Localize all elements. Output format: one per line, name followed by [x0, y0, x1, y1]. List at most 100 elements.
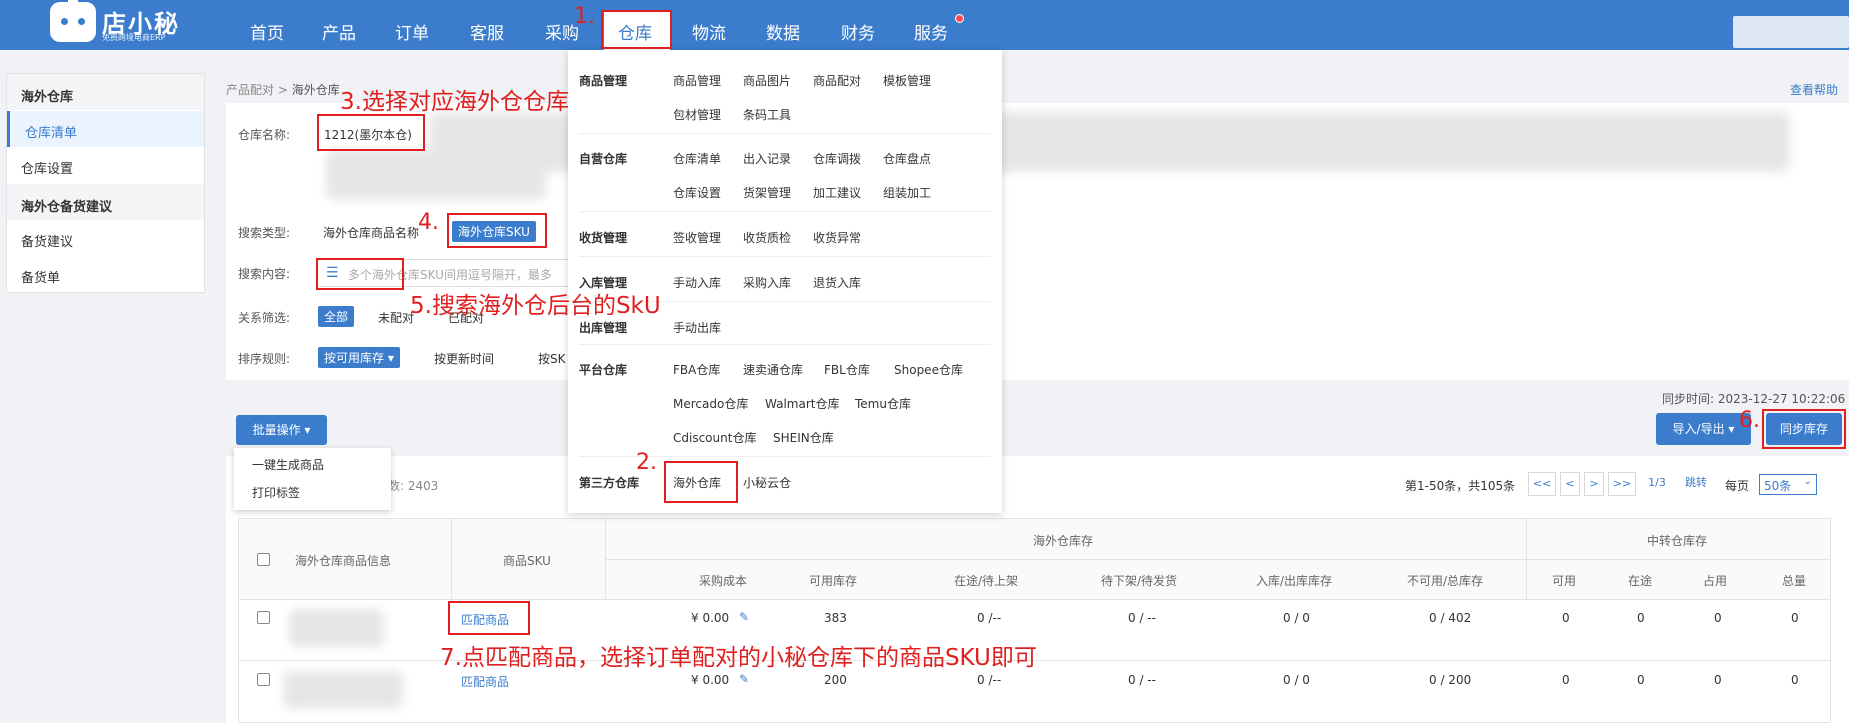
page-last[interactable]: >>: [1608, 472, 1636, 496]
nav-service[interactable]: 客服: [470, 19, 504, 44]
nav-finance[interactable]: 财务: [841, 19, 875, 44]
row-checkbox[interactable]: [257, 673, 270, 686]
menu-manual-inbound[interactable]: 手动入库: [673, 274, 721, 291]
row-checkbox[interactable]: [257, 611, 270, 624]
menu-xiaomi-cloud[interactable]: 小秘云仓: [743, 474, 791, 491]
menu-receive-exception[interactable]: 收货异常: [813, 229, 861, 246]
product-thumbnail: [289, 609, 384, 647]
group-transit-stock: 中转仓库存: [1647, 534, 1708, 548]
menu-group-third-party: 第三方仓库: [579, 476, 640, 490]
nav-products[interactable]: 产品: [322, 19, 356, 44]
menu-manual-outbound[interactable]: 手动出库: [673, 319, 721, 336]
batch-actions-menu: 一键生成商品 打印标签: [234, 448, 391, 510]
annotation-box-warehouse-nav: [601, 10, 672, 49]
warehouse-menu: 商品管理 商品管理 商品图片 商品配对 模板管理 包材管理 条码工具 自营仓库 …: [568, 50, 1002, 513]
col-transit-available: 可用: [1552, 574, 1577, 588]
menu-mercado[interactable]: Mercado仓库: [673, 395, 748, 412]
col-item-info: 海外仓库商品信息: [295, 554, 392, 568]
nav-home[interactable]: 首页: [250, 19, 284, 44]
menu-transfer[interactable]: 仓库调拨: [813, 150, 861, 167]
nav-data[interactable]: 数据: [766, 19, 800, 44]
col-pending-out: 待下架/待发货: [1101, 574, 1178, 588]
relation-label: 关系筛选:: [238, 311, 291, 325]
annotation-step-1: 1.: [574, 4, 595, 29]
menu-return-inbound[interactable]: 退货入库: [813, 274, 861, 291]
annotation-step-6: 6.: [1739, 408, 1760, 433]
page-prev[interactable]: <: [1560, 472, 1580, 496]
page-next[interactable]: >: [1584, 472, 1604, 496]
annotation-step-3: 3.选择对应海外仓仓库: [340, 89, 569, 115]
menu-warehouse-list[interactable]: 仓库清单: [673, 150, 721, 167]
menu-group-own-warehouse: 自营仓库: [579, 152, 628, 166]
cell-transit-occupied: 0: [1714, 611, 1722, 625]
cell-unusable-total: 0 / 200: [1429, 673, 1472, 687]
sort-by-stock[interactable]: 按可用库存 ▾: [318, 347, 400, 368]
menu-template-manage[interactable]: 模板管理: [883, 72, 931, 89]
menu-barcode-tool[interactable]: 条码工具: [743, 106, 791, 123]
menu-aliexpress[interactable]: 速卖通仓库: [743, 361, 803, 378]
help-link[interactable]: 查看帮助: [1790, 81, 1838, 98]
menu-cdiscount[interactable]: Cdiscount仓库: [673, 429, 756, 446]
menu-print-label[interactable]: 打印标签: [252, 484, 300, 501]
relation-all[interactable]: 全部: [318, 306, 355, 327]
menu-io-records[interactable]: 出入记录: [743, 150, 791, 167]
cell-cost: ¥ 0.00: [691, 611, 730, 625]
sidebar-item-suggestion[interactable]: 备货建议: [7, 220, 204, 256]
menu-shopee[interactable]: Shopee仓库: [894, 361, 963, 378]
sidebar-item-stock-order[interactable]: 备货单: [7, 256, 204, 292]
col-transit-total: 总量: [1782, 574, 1807, 588]
menu-fba[interactable]: FBA仓库: [673, 361, 720, 378]
menu-generate-product[interactable]: 一键生成商品: [252, 456, 324, 473]
menu-fbl[interactable]: FBL仓库: [824, 361, 870, 378]
menu-shelf-manage[interactable]: 货架管理: [743, 184, 791, 201]
menu-purchase-inbound[interactable]: 采购入库: [743, 274, 791, 291]
select-all-checkbox[interactable]: [257, 553, 270, 566]
edit-icon[interactable]: ✎: [739, 610, 749, 624]
batch-actions-button[interactable]: 批量操作 ▾: [236, 415, 327, 445]
menu-warehouse-settings[interactable]: 仓库设置: [673, 184, 721, 201]
edit-icon[interactable]: ✎: [739, 672, 749, 686]
user-account-box[interactable]: [1733, 16, 1849, 48]
nav-services[interactable]: 服务: [914, 19, 948, 44]
menu-assembly[interactable]: 组装加工: [883, 184, 931, 201]
menu-packaging[interactable]: 包材管理: [673, 106, 721, 123]
sort-by-sku[interactable]: 按SK: [538, 350, 566, 367]
sort-by-time[interactable]: 按更新时间: [434, 350, 494, 367]
nav-orders[interactable]: 订单: [395, 19, 429, 44]
menu-sign-manage[interactable]: 签收管理: [673, 229, 721, 246]
import-export-button[interactable]: 导入/导出 ▾: [1656, 413, 1751, 445]
search-type-name[interactable]: 海外仓库商品名称: [323, 224, 419, 241]
sidebar-item-warehouse-list[interactable]: 仓库清单: [7, 111, 204, 147]
robot-logo-icon[interactable]: [50, 0, 96, 42]
col-available: 可用库存: [809, 574, 858, 588]
annotation-step-7: 7.点匹配商品，选择订单配对的小秘仓库下的商品SKU即可: [440, 645, 1037, 671]
annotation-box-sync: [1762, 409, 1846, 449]
page-first[interactable]: <<: [1528, 472, 1556, 496]
cell-transit-occupied: 0: [1714, 673, 1722, 687]
menu-product-pairing[interactable]: 商品配对: [813, 72, 861, 89]
annotation-step-5: 5.搜索海外仓后台的SkU: [410, 293, 661, 319]
match-product-link[interactable]: 匹配商品: [461, 673, 509, 690]
page-indicator: 1/3: [1640, 472, 1674, 496]
sync-time: 同步时间: 2023-12-27 10:22:06: [1662, 392, 1846, 406]
menu-product-manage[interactable]: 商品管理: [673, 72, 721, 89]
menu-qc[interactable]: 收货质检: [743, 229, 791, 246]
nav-logistics[interactable]: 物流: [692, 19, 726, 44]
col-in-transit: 在途/待上架: [954, 574, 1019, 588]
page-jump[interactable]: 跳转: [1678, 472, 1714, 496]
menu-process-suggest[interactable]: 加工建议: [813, 184, 861, 201]
cell-available: 200: [824, 673, 847, 687]
sidebar-section-stock-suggest: 海外仓备货建议: [7, 184, 204, 220]
relation-unmatched[interactable]: 未配对: [378, 309, 414, 326]
menu-temu[interactable]: Temu仓库: [855, 395, 911, 412]
per-page-select[interactable]: 50条 ⌄: [1759, 474, 1817, 495]
menu-group-outbound: 出库管理: [579, 321, 628, 335]
menu-shein[interactable]: SHEIN仓库: [773, 429, 834, 446]
cell-transit-intransit: 0: [1637, 611, 1645, 625]
sidebar-item-warehouse-settings[interactable]: 仓库设置: [7, 147, 204, 183]
menu-group-platform: 平台仓库: [579, 363, 628, 377]
menu-stocktake[interactable]: 仓库盘点: [883, 150, 931, 167]
breadcrumb-root[interactable]: 产品配对: [226, 83, 274, 97]
menu-product-images[interactable]: 商品图片: [743, 72, 791, 89]
menu-walmart[interactable]: Walmart仓库: [765, 395, 839, 412]
